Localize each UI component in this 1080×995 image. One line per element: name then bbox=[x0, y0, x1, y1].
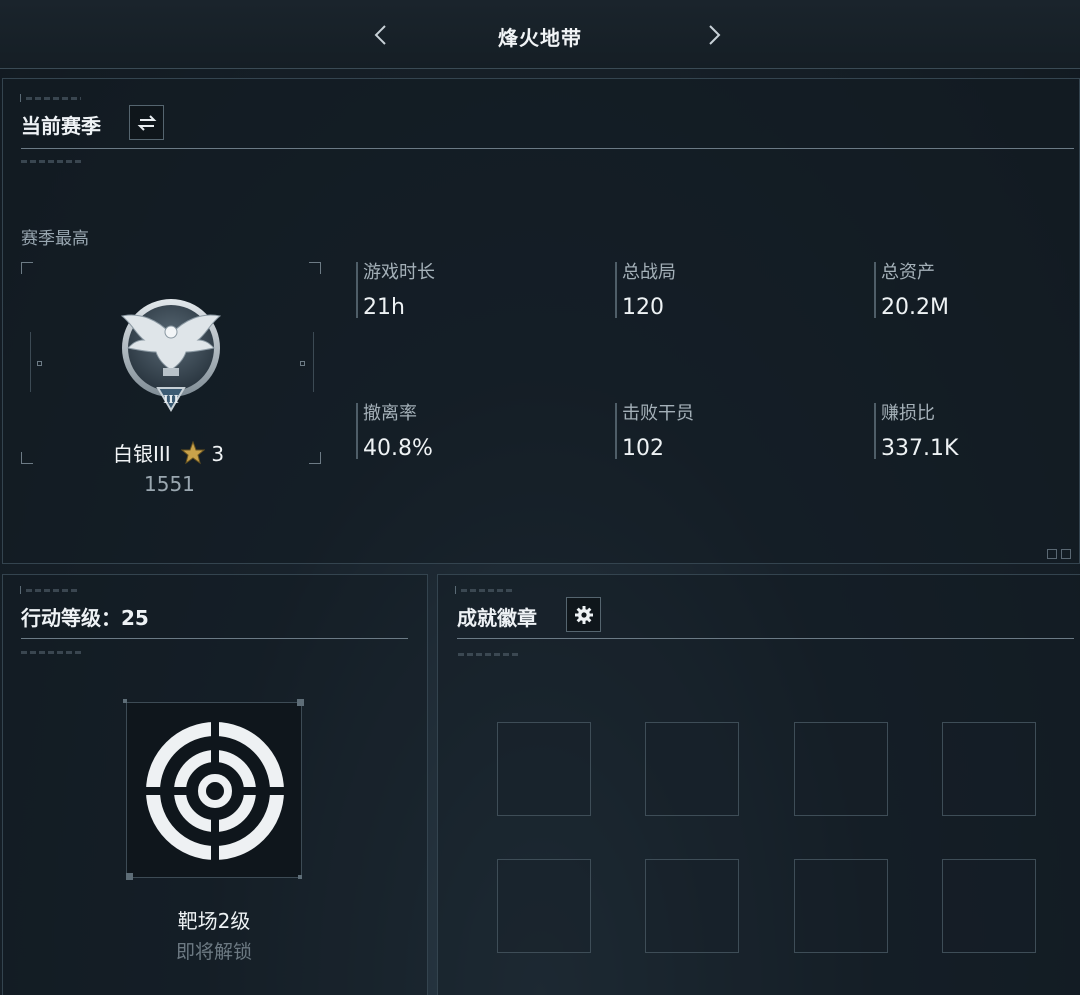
rank-score: 1551 bbox=[144, 472, 195, 496]
frame-corner bbox=[21, 262, 33, 274]
decor-square bbox=[1061, 549, 1071, 559]
decor-microtext bbox=[26, 97, 81, 100]
badge-slot[interactable] bbox=[645, 859, 739, 953]
top-nav-bar: 烽火地带 bbox=[0, 0, 1080, 69]
stat-label: 击败干员 bbox=[622, 403, 694, 424]
unlock-item-frame[interactable] bbox=[126, 702, 302, 878]
stat-value: 21h bbox=[363, 295, 405, 320]
switch-season-button[interactable] bbox=[129, 105, 164, 140]
stat-value: 120 bbox=[622, 295, 664, 320]
stat-value: 337.1K bbox=[881, 436, 959, 461]
decor-tick bbox=[20, 586, 21, 594]
frame-side-line bbox=[30, 332, 31, 392]
star-icon bbox=[181, 441, 206, 465]
decor-tick bbox=[20, 94, 21, 102]
stat-operators-defeated: 击败干员 102 bbox=[615, 403, 845, 461]
badges-title: 成就徽章 bbox=[457, 606, 537, 630]
stat-value: 102 bbox=[622, 436, 664, 461]
stat-total-matches: 总战局 120 bbox=[615, 262, 845, 320]
frame-side-dot bbox=[300, 361, 305, 366]
svg-text:III: III bbox=[163, 393, 178, 406]
stat-total-assets: 总资产 20.2M bbox=[874, 262, 1080, 320]
stat-value: 40.8% bbox=[363, 436, 433, 461]
frame-side-dot bbox=[37, 361, 42, 366]
badge-slot[interactable] bbox=[794, 722, 888, 816]
badge-slot[interactable] bbox=[645, 722, 739, 816]
stat-label: 赚损比 bbox=[881, 403, 935, 424]
rank-star-count: 3 bbox=[211, 442, 225, 466]
decor-microtext bbox=[21, 651, 81, 654]
swap-icon bbox=[137, 115, 157, 131]
frame-side-line bbox=[313, 332, 314, 392]
frame-corner bbox=[298, 875, 302, 879]
badge-settings-button[interactable] bbox=[566, 597, 601, 632]
level-header-rule bbox=[21, 638, 408, 639]
frame-corner bbox=[126, 873, 133, 880]
operation-level-title: 行动等级：25 bbox=[21, 606, 149, 630]
stat-extraction-rate: 撤离率 40.8% bbox=[356, 403, 586, 461]
decor-square bbox=[1047, 549, 1057, 559]
rank-name: 白银III 3 bbox=[113, 438, 224, 467]
badges-header-rule bbox=[457, 638, 1074, 639]
badge-slot[interactable] bbox=[942, 859, 1036, 953]
decor-tick bbox=[455, 586, 456, 594]
target-range-icon bbox=[143, 719, 287, 863]
rank-tier-label: 白银III bbox=[113, 442, 171, 466]
decor-microtext bbox=[461, 589, 513, 592]
stat-value: 20.2M bbox=[881, 295, 949, 320]
badge-slot[interactable] bbox=[942, 722, 1036, 816]
gear-icon bbox=[575, 606, 593, 624]
stat-profit-loss-ratio: 赚损比 337.1K bbox=[874, 403, 1080, 461]
decor-microtext bbox=[21, 160, 81, 163]
decor-microtext bbox=[26, 589, 78, 592]
season-title: 当前赛季 bbox=[21, 114, 101, 138]
stat-label: 撤离率 bbox=[363, 403, 417, 424]
stat-label: 游戏时长 bbox=[363, 262, 435, 283]
silver-eagle-rank-emblem-icon: III bbox=[120, 299, 222, 412]
mode-title: 烽火地带 bbox=[498, 26, 582, 50]
badge-slot[interactable] bbox=[497, 722, 591, 816]
chevron-right-icon bbox=[709, 25, 721, 45]
frame-corner bbox=[123, 699, 127, 703]
badge-slot[interactable] bbox=[794, 859, 888, 953]
season-best-label: 赛季最高 bbox=[21, 229, 89, 249]
stat-play-time: 游戏时长 21h bbox=[356, 262, 586, 320]
frame-corner bbox=[297, 699, 304, 706]
unlock-item-name: 靶场2级 bbox=[177, 909, 251, 933]
decor-microtext bbox=[458, 653, 518, 656]
stat-label: 总资产 bbox=[881, 262, 935, 283]
next-mode-button[interactable] bbox=[699, 20, 729, 50]
unlock-status: 即将解锁 bbox=[175, 941, 252, 963]
badge-slot[interactable] bbox=[497, 859, 591, 953]
frame-corner bbox=[309, 262, 321, 274]
season-header-rule bbox=[21, 148, 1074, 149]
frame-corner bbox=[309, 452, 321, 464]
stat-label: 总战局 bbox=[622, 262, 676, 283]
frame-corner bbox=[21, 452, 33, 464]
